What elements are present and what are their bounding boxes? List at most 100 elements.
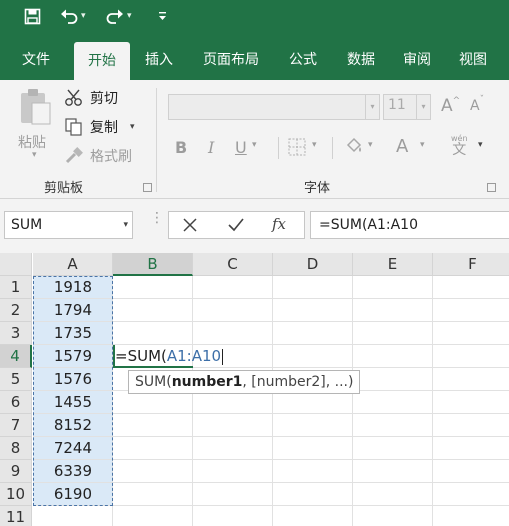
tab-data[interactable]: 数据	[336, 40, 386, 80]
row-header-3[interactable]: 3	[0, 322, 32, 345]
cut-button[interactable]: 剪切	[64, 88, 118, 108]
cell-d10[interactable]	[273, 483, 353, 506]
cell-c3[interactable]	[193, 322, 273, 345]
cell-a10[interactable]: 6190	[33, 483, 113, 506]
tab-page-layout[interactable]: 页面布局	[194, 40, 268, 80]
cell-b6[interactable]	[113, 391, 193, 414]
cell-a3[interactable]: 1735	[33, 322, 113, 345]
cell-f4[interactable]	[433, 345, 509, 368]
borders-button[interactable]	[288, 138, 306, 160]
cell-b8[interactable]	[113, 437, 193, 460]
borders-dropdown-icon[interactable]: ▾	[312, 140, 317, 150]
cell-f1[interactable]	[433, 276, 509, 299]
cancel-icon[interactable]	[183, 218, 197, 232]
cell-e5[interactable]	[353, 368, 433, 391]
function-argument-tooltip[interactable]: SUM(number1, [number2], ...)	[128, 370, 361, 394]
name-box-dropdown-icon[interactable]: ▾	[123, 212, 128, 238]
cell-a1[interactable]: 1918	[33, 276, 113, 299]
cell-d4[interactable]	[273, 345, 353, 368]
cell-d7[interactable]	[273, 414, 353, 437]
enter-icon[interactable]	[228, 218, 244, 232]
cell-c9[interactable]	[193, 460, 273, 483]
font-color-button[interactable]: A	[396, 136, 408, 157]
cell-b9[interactable]	[113, 460, 193, 483]
bold-button[interactable]: B	[175, 138, 187, 157]
tab-insert[interactable]: 插入	[134, 40, 184, 80]
column-header-c[interactable]: C	[193, 253, 273, 276]
decrease-font-size-button[interactable]: Aˇ	[470, 95, 484, 114]
font-size-combo[interactable]: 11 ▾	[383, 94, 431, 120]
cell-c8[interactable]	[193, 437, 273, 460]
cell-c1[interactable]	[193, 276, 273, 299]
cell-c10[interactable]	[193, 483, 273, 506]
select-all-corner[interactable]	[0, 253, 32, 276]
cell-d2[interactable]	[273, 299, 353, 322]
cell-e2[interactable]	[353, 299, 433, 322]
formula-bar-grip-icon[interactable]: ⋮	[150, 211, 164, 225]
cell-b1[interactable]	[113, 276, 193, 299]
cell-f2[interactable]	[433, 299, 509, 322]
cell-a11[interactable]	[33, 506, 113, 526]
italic-button[interactable]: I	[208, 138, 214, 157]
tab-file[interactable]: 文件	[8, 40, 64, 80]
cell-c11[interactable]	[193, 506, 273, 526]
cell-b3[interactable]	[113, 322, 193, 345]
cell-d9[interactable]	[273, 460, 353, 483]
cell-f8[interactable]	[433, 437, 509, 460]
cell-e10[interactable]	[353, 483, 433, 506]
cell-d1[interactable]	[273, 276, 353, 299]
cell-d6[interactable]	[273, 391, 353, 414]
copy-dropdown-icon[interactable]: ▾	[130, 122, 135, 132]
column-header-e[interactable]: E	[353, 253, 433, 276]
font-name-combo[interactable]: ▾	[168, 94, 380, 120]
increase-font-size-button[interactable]: A^	[441, 96, 460, 116]
format-painter-button[interactable]: 格式刷	[64, 146, 132, 166]
cell-f11[interactable]	[433, 506, 509, 526]
row-header-8[interactable]: 8	[0, 437, 32, 460]
underline-button[interactable]: U	[235, 138, 247, 157]
customize-qat-button[interactable]	[158, 11, 167, 21]
cell-c2[interactable]	[193, 299, 273, 322]
tooltip-current-arg[interactable]: number1	[172, 374, 243, 390]
clipboard-launcher-icon[interactable]	[143, 183, 152, 192]
cell-a9[interactable]: 6339	[33, 460, 113, 483]
cell-a2[interactable]: 1794	[33, 299, 113, 322]
tab-review[interactable]: 审阅	[392, 40, 442, 80]
cell-e4[interactable]	[353, 345, 433, 368]
cell-e9[interactable]	[353, 460, 433, 483]
paste-dropdown-icon[interactable]: ▾	[32, 150, 37, 160]
cell-e6[interactable]	[353, 391, 433, 414]
cell-d11[interactable]	[273, 506, 353, 526]
redo-dropdown-icon[interactable]: ▾	[127, 11, 132, 21]
tab-view[interactable]: 视图	[448, 40, 498, 80]
cell-d3[interactable]	[273, 322, 353, 345]
font-name-dropdown-icon[interactable]: ▾	[365, 95, 379, 119]
row-header-9[interactable]: 9	[0, 460, 32, 483]
cell-e7[interactable]	[353, 414, 433, 437]
cell-a8[interactable]: 7244	[33, 437, 113, 460]
cell-b7[interactable]	[113, 414, 193, 437]
row-header-6[interactable]: 6	[0, 391, 32, 414]
font-size-dropdown-icon[interactable]: ▾	[416, 95, 430, 119]
underline-dropdown-icon[interactable]: ▾	[252, 140, 257, 150]
undo-button[interactable]: ▾	[60, 8, 86, 24]
undo-dropdown-icon[interactable]: ▾	[81, 11, 86, 21]
cell-e8[interactable]	[353, 437, 433, 460]
row-header-7[interactable]: 7	[0, 414, 32, 437]
cell-d8[interactable]	[273, 437, 353, 460]
cell-a7[interactable]: 8152	[33, 414, 113, 437]
tab-home[interactable]: 开始	[74, 42, 130, 80]
column-header-d[interactable]: D	[273, 253, 353, 276]
column-header-f[interactable]: F	[433, 253, 509, 276]
cell-b2[interactable]	[113, 299, 193, 322]
row-header-10[interactable]: 10	[0, 483, 32, 506]
cell-f9[interactable]	[433, 460, 509, 483]
worksheet-grid[interactable]: A B C D E F 1 1918 2 1794 3 1735 4 1579 5 1576 6 1455 7 815…	[0, 253, 509, 526]
cell-editor[interactable]: =SUM(A1:A10	[115, 346, 224, 367]
cell-b11[interactable]	[113, 506, 193, 526]
cell-f6[interactable]	[433, 391, 509, 414]
phonetic-guide-button[interactable]: wén 文	[451, 134, 468, 158]
cell-f5[interactable]	[433, 368, 509, 391]
name-box[interactable]: SUM ▾	[4, 211, 133, 239]
font-color-dropdown-icon[interactable]: ▾	[420, 140, 425, 150]
